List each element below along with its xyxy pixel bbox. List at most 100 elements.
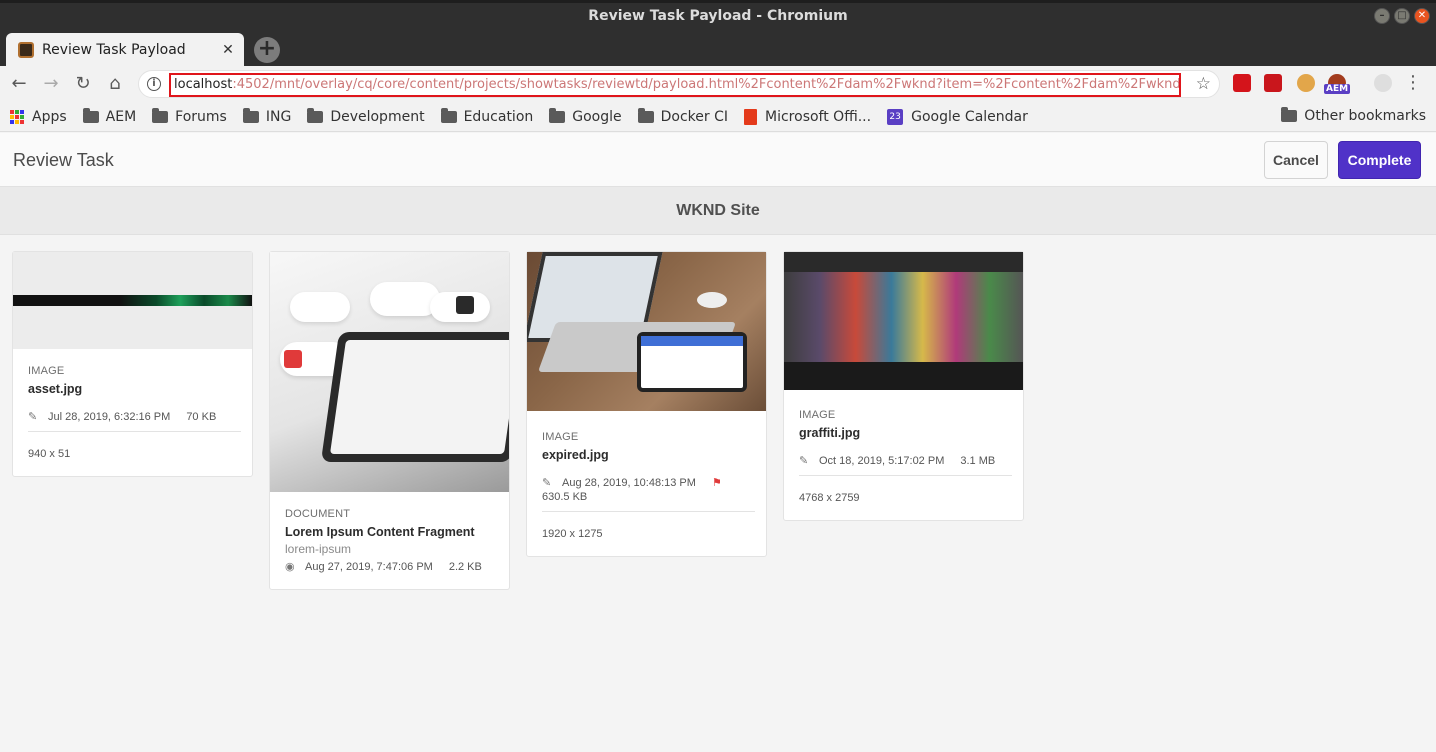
titlebar-strip	[0, 0, 1436, 3]
card-size: 630.5 KB	[542, 491, 588, 503]
card-divider	[28, 431, 241, 432]
bookmark-folder[interactable]: Forums	[152, 107, 227, 125]
pencil-icon: ✎	[799, 455, 809, 467]
url-path: :4502/mnt/overlay/cq/core/content/projec…	[232, 77, 1181, 92]
window-title: Review Task Payload - Chromium	[588, 8, 848, 24]
cloud-shape	[290, 292, 350, 322]
folder-icon	[1281, 107, 1298, 122]
tablet-shape	[320, 332, 509, 462]
card-dimensions: 4768 x 2759	[799, 492, 860, 504]
forward-arrow-icon[interactable]: →	[40, 73, 62, 95]
extension-lastpass-icon[interactable]	[1233, 74, 1251, 92]
browser-menu-icon[interactable]: ⋮	[1404, 72, 1422, 94]
folder-icon	[82, 107, 99, 123]
bookmark-microsoft[interactable]: Microsoft Offi...	[744, 108, 872, 125]
window-controls: – □ ✕	[1374, 8, 1430, 24]
folder-icon	[242, 107, 259, 123]
bookmark-folder[interactable]: Development	[307, 107, 425, 125]
bookmark-label: Other bookmarks	[1304, 108, 1426, 124]
bookmark-label: Microsoft Offi...	[765, 108, 872, 125]
back-arrow-icon[interactable]: ←	[8, 73, 30, 95]
edit-icon	[284, 350, 302, 368]
bookmark-label: Development	[330, 108, 425, 125]
card-body: IMAGE expired.jpg ✎ Aug 28, 2019, 10:48:…	[527, 411, 766, 556]
apps-grid-icon	[10, 109, 24, 124]
url-text[interactable]: localhost:4502/mnt/overlay/cq/core/conte…	[169, 73, 1181, 97]
minimize-button[interactable]: –	[1374, 8, 1390, 24]
new-tab-button[interactable]: +	[254, 37, 280, 63]
asset-card[interactable]: IMAGE expired.jpg ✎ Aug 28, 2019, 10:48:…	[526, 251, 767, 557]
floor-shape	[784, 362, 1023, 390]
bookmark-folder[interactable]: ING	[242, 107, 292, 125]
cloud-shape	[370, 282, 440, 316]
asset-card[interactable]: IMAGE asset.jpg ✎ Jul 28, 2019, 6:32:16 …	[12, 251, 253, 477]
bookmark-label: Forums	[175, 108, 227, 125]
card-date: Aug 28, 2019, 10:48:13 PM	[562, 476, 696, 489]
extension-cookie-icon[interactable]	[1297, 74, 1315, 92]
card-name: asset.jpg	[28, 382, 83, 396]
pencil-icon: ✎	[28, 411, 38, 423]
folder-icon	[307, 107, 324, 123]
maximize-button[interactable]: □	[1394, 8, 1410, 24]
card-body: IMAGE graffiti.jpg ✎ Oct 18, 2019, 5:17:…	[784, 390, 1023, 520]
bookmark-label: ING	[265, 108, 292, 125]
bookmark-other[interactable]: Other bookmarks	[1281, 107, 1426, 124]
cancel-button[interactable]: Cancel	[1264, 141, 1328, 179]
home-icon[interactable]: ⌂	[104, 73, 126, 95]
card-divider	[799, 475, 1012, 476]
card-meta: ✎ Oct 18, 2019, 5:17:02 PM 3.1 MB	[799, 454, 1008, 468]
favicon-icon	[18, 41, 34, 58]
card-date: Jul 28, 2019, 6:32:16 PM	[48, 410, 171, 423]
card-type: IMAGE	[799, 409, 836, 421]
card-thumbnail	[527, 252, 766, 411]
tablet-screen-header	[641, 336, 743, 346]
window-titlebar: Review Task Payload - Chromium – □ ✕	[0, 0, 1436, 32]
bookmark-folder[interactable]: Google	[549, 107, 622, 125]
close-window-button[interactable]: ✕	[1414, 8, 1430, 24]
bookmark-calendar[interactable]: 23 Google Calendar	[887, 108, 1028, 125]
browser-toolbar: ← → ↻ ⌂ i localhost:4502/mnt/overlay/cq/…	[0, 66, 1436, 102]
card-thumbnail	[784, 252, 1023, 390]
bookmark-folder[interactable]: AEM	[82, 107, 136, 125]
profile-avatar[interactable]	[1374, 74, 1392, 92]
card-size: 3.1 MB	[960, 454, 996, 467]
asset-card[interactable]: IMAGE graffiti.jpg ✎ Oct 18, 2019, 5:17:…	[783, 251, 1024, 521]
extension-todoist-icon[interactable]	[1264, 74, 1282, 92]
info-icon[interactable]: i	[147, 77, 161, 91]
bookmark-folder[interactable]: Education	[440, 107, 533, 125]
address-bar[interactable]: i localhost:4502/mnt/overlay/cq/core/con…	[138, 70, 1220, 98]
tablet-shape	[637, 332, 747, 392]
bookmark-folder[interactable]: Docker CI	[637, 107, 728, 125]
card-name: graffiti.jpg	[799, 426, 861, 440]
graffiti-wall	[784, 272, 1023, 362]
facebook-icon	[456, 296, 474, 314]
card-subtitle: lorem-ipsum	[285, 542, 352, 556]
card-size: 70 KB	[186, 410, 217, 423]
folder-icon	[637, 107, 654, 123]
card-name: expired.jpg	[542, 448, 609, 462]
card-meta: ✎ Jul 28, 2019, 6:32:16 PM 70 KB	[28, 410, 237, 424]
card-meta: ✎ Aug 28, 2019, 10:48:13 PM ⚑	[542, 476, 751, 490]
calendar-icon: 23	[887, 108, 904, 125]
card-type: DOCUMENT	[285, 508, 351, 520]
tab-review-task-payload[interactable]: Review Task Payload ✕	[6, 33, 244, 66]
bookmark-apps[interactable]: Apps	[10, 109, 67, 125]
card-size-row: 630.5 KB	[542, 491, 751, 503]
asset-card[interactable]: DOCUMENT Lorem Ipsum Content Fragment lo…	[269, 251, 510, 590]
aem-badge: AEM	[1324, 84, 1351, 94]
complete-button[interactable]: Complete	[1338, 141, 1421, 179]
app-header: Review Task Cancel Complete	[0, 133, 1436, 187]
thumbnail-strip	[13, 295, 252, 306]
office-icon	[744, 108, 758, 125]
globe-icon: ◉	[285, 561, 295, 573]
close-tab-icon[interactable]: ✕	[220, 42, 236, 58]
card-size: 2.2 KB	[448, 560, 482, 573]
reload-icon[interactable]: ↻	[72, 73, 94, 95]
pencil-icon: ✎	[542, 477, 552, 489]
bookmark-star-icon[interactable]: ☆	[1196, 74, 1211, 94]
card-dimensions: 1920 x 1275	[542, 528, 603, 540]
bookmark-label: Google Calendar	[911, 108, 1028, 125]
card-divider	[542, 511, 755, 512]
tab-title: Review Task Payload	[42, 41, 186, 58]
card-date: Aug 27, 2019, 7:47:06 PM	[305, 560, 433, 573]
